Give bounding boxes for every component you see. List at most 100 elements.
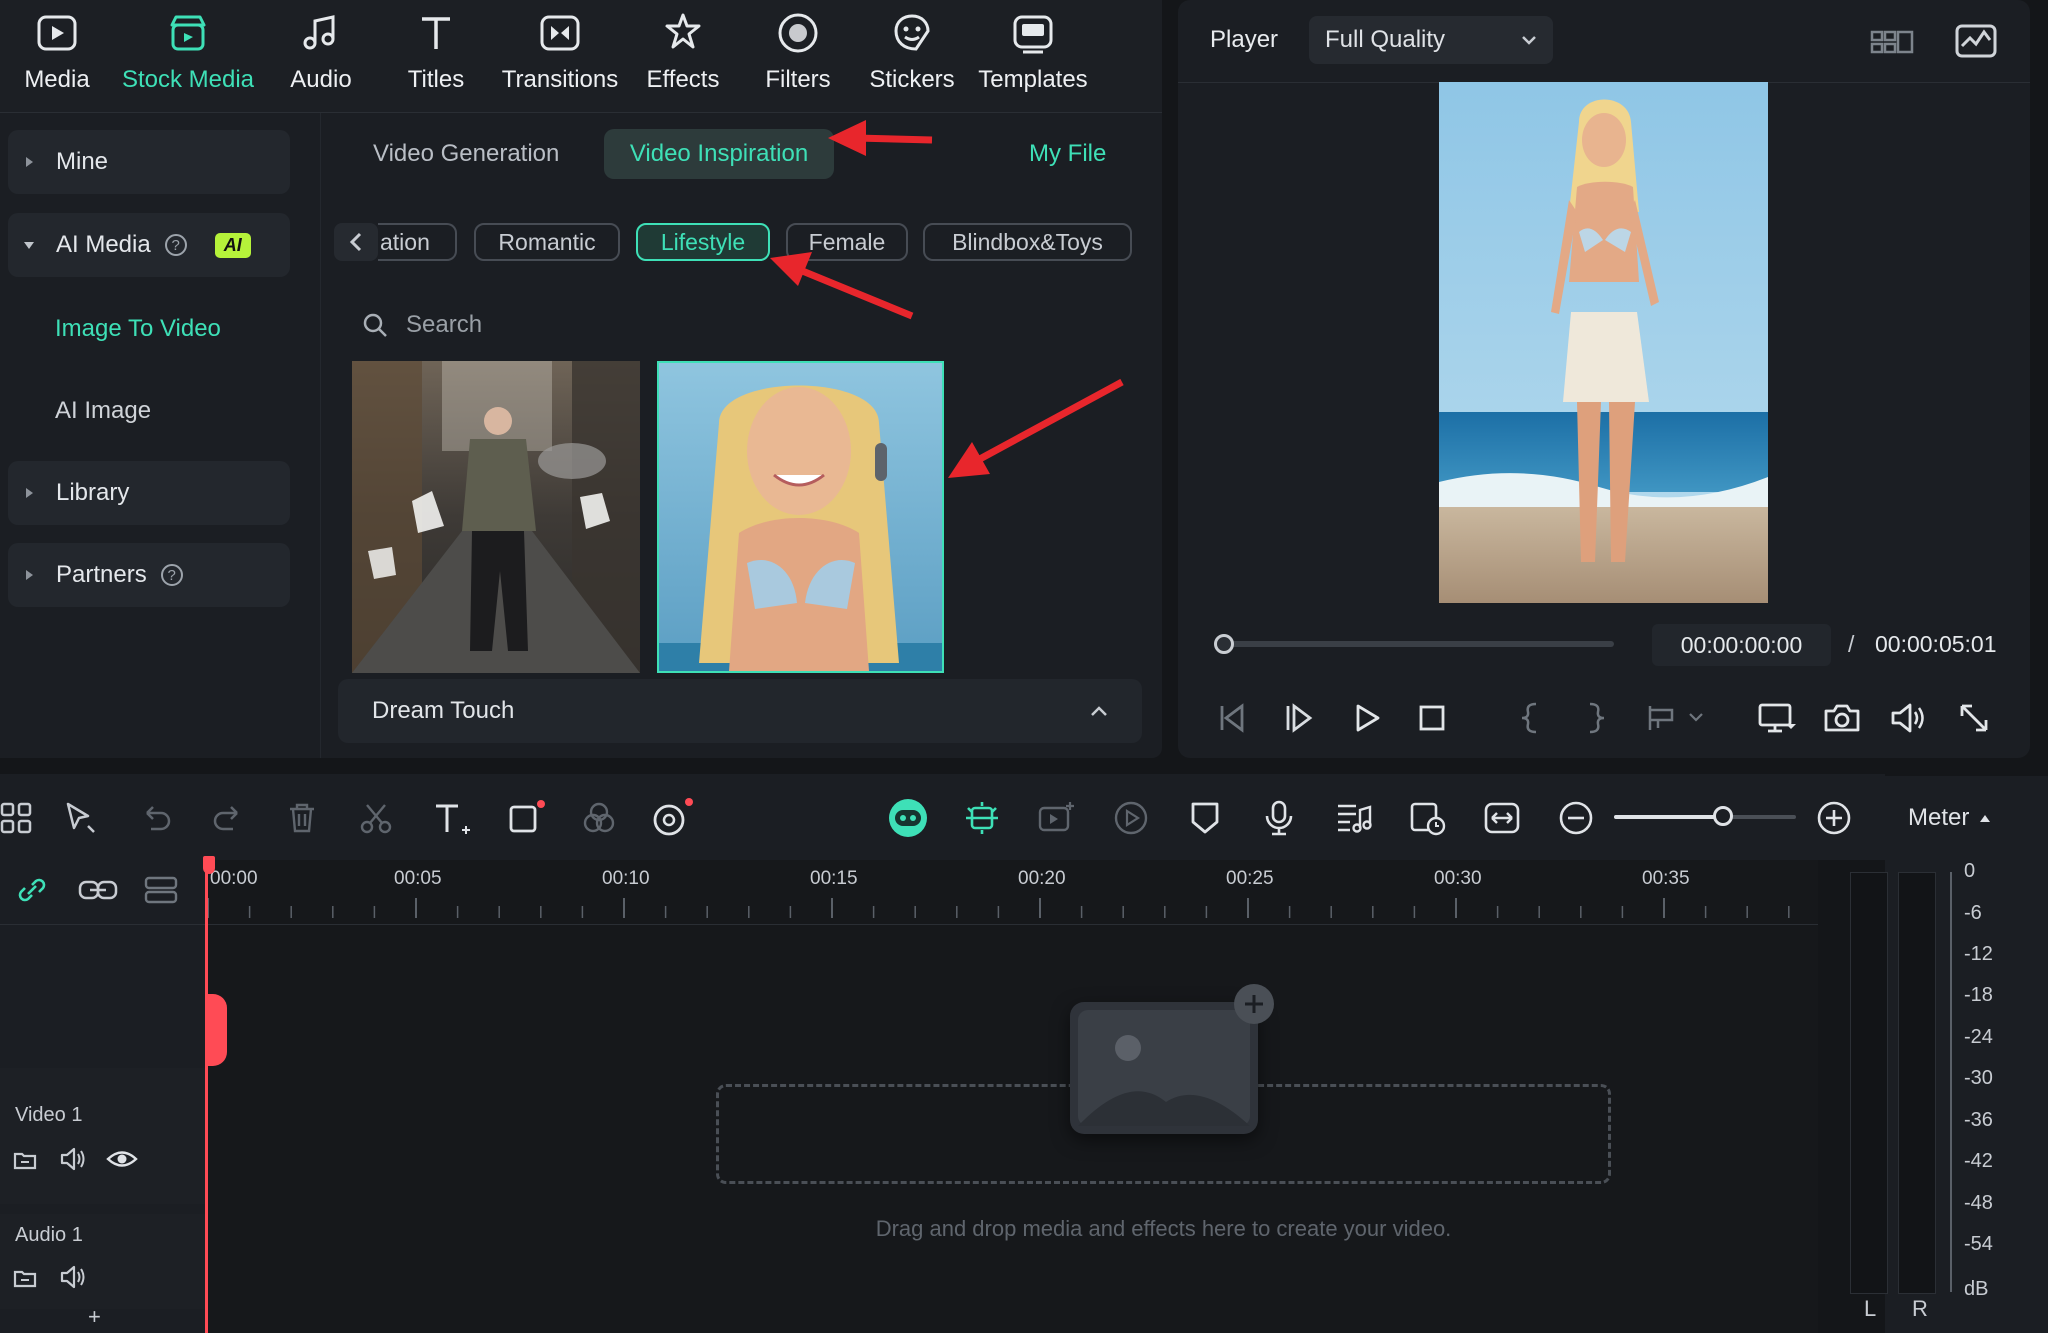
color-button[interactable]	[577, 796, 621, 840]
meter-scale-label: dB	[1964, 1278, 1989, 1300]
meter-title: Meter	[1908, 804, 1970, 831]
audio-stretch-button[interactable]	[1332, 796, 1376, 840]
display-settings-button[interactable]	[1756, 698, 1796, 738]
current-timecode[interactable]: 00:00:00:00	[1652, 624, 1831, 666]
ai-video-icon	[1038, 802, 1074, 832]
dream-touch-section[interactable]: Dream Touch	[338, 679, 1142, 743]
fit-timeline-button[interactable]	[1480, 796, 1524, 840]
track-header-video-1: Video 1	[0, 1068, 205, 1204]
insert-clip-icon	[1648, 706, 1703, 730]
total-duration: 00:00:05:01	[1875, 631, 1997, 657]
next-frame-button[interactable]	[1280, 698, 1320, 738]
stop-button[interactable]	[1412, 698, 1452, 738]
sidebar-item-partners[interactable]: Partners ?	[8, 543, 290, 607]
ruler-label: 00:10	[602, 868, 650, 889]
playback-progress-bar[interactable]	[1224, 641, 1614, 647]
meter-scale-label: -18	[1964, 984, 1993, 1006]
video-preview[interactable]	[1439, 82, 1768, 603]
fullscreen-button[interactable]	[1954, 698, 1994, 738]
track-lock-button[interactable]	[12, 1264, 38, 1290]
meter-scale-label: -24	[1964, 1026, 1993, 1048]
folder-lock-icon	[13, 1270, 37, 1288]
meter-scale-label: -6	[1964, 902, 1982, 924]
insert-options-button[interactable]	[1644, 698, 1708, 738]
annotation-arrow	[855, 134, 933, 144]
meter-scale-label: -42	[1964, 1150, 1993, 1172]
stacked-tracks-icon	[144, 876, 178, 904]
volume-button[interactable]	[1888, 698, 1928, 738]
ruler-label: 00:00	[210, 868, 258, 889]
layout-menu-button[interactable]	[0, 796, 38, 840]
zoom-out-icon	[1559, 801, 1593, 835]
scissors-icon	[360, 804, 392, 834]
ruler-label: 00:15	[810, 868, 858, 889]
ruler-label: 00:05	[394, 868, 442, 889]
color-circles-icon	[583, 802, 615, 833]
link-toggle-button[interactable]	[12, 872, 52, 908]
crop-button[interactable]	[505, 796, 549, 840]
select-tool-button[interactable]	[58, 796, 102, 840]
zoom-out-button[interactable]	[1554, 796, 1598, 840]
layout-grid-button[interactable]	[1868, 22, 1916, 62]
track-options-button[interactable]	[142, 872, 182, 908]
quality-value: Full Quality	[1325, 26, 1446, 53]
caret-right-icon	[26, 570, 33, 580]
quality-select[interactable]: Full Quality	[1309, 16, 1553, 64]
mark-button[interactable]	[1183, 796, 1227, 840]
ai-video-button[interactable]	[1035, 796, 1079, 840]
track-visibility-button[interactable]	[106, 1144, 138, 1174]
zoom-slider-fill	[1614, 815, 1724, 819]
timeline-playhead[interactable]	[205, 858, 208, 1333]
track-mute-button[interactable]	[58, 1262, 88, 1292]
waveform-view-button[interactable]	[1954, 20, 1998, 62]
text-icon	[436, 804, 470, 834]
group-clips-button[interactable]	[76, 872, 120, 908]
speed-button[interactable]	[1109, 796, 1153, 840]
help-icon[interactable]: ?	[160, 564, 183, 586]
timecode-separator: /	[1848, 631, 1855, 657]
split-button[interactable]	[354, 796, 398, 840]
fullscreen-icon	[1960, 704, 1988, 732]
meter-bar-right	[1898, 872, 1936, 1294]
delete-button[interactable]	[280, 796, 324, 840]
ai-tools-button[interactable]	[650, 796, 694, 840]
music-list-icon	[1338, 804, 1372, 833]
meter-scale-label: -54	[1964, 1233, 1993, 1255]
playhead-knob[interactable]	[1214, 634, 1234, 654]
trash-icon	[290, 803, 314, 833]
chain-link-icon	[78, 880, 118, 900]
mark-out-button[interactable]	[1578, 698, 1614, 738]
add-track-button[interactable]: +	[88, 1304, 101, 1330]
add-media-button[interactable]	[1234, 984, 1274, 1024]
ai-copilot-button[interactable]	[886, 796, 930, 840]
meter-scale-label: -12	[1964, 943, 1993, 965]
zoom-in-button[interactable]	[1812, 796, 1856, 840]
annotation-arrows	[770, 120, 1124, 478]
zoom-slider[interactable]	[1614, 815, 1796, 819]
layout-grid-icon	[0, 802, 32, 834]
next-frame-icon	[1286, 703, 1313, 733]
drop-hint-text: Drag and drop media and effects here to …	[875, 1216, 1452, 1241]
meter-scale-label: -48	[1964, 1192, 1993, 1214]
undo-button[interactable]	[134, 796, 178, 840]
clip-time-icon	[1410, 802, 1446, 836]
ruler-label: 00:35	[1642, 868, 1690, 889]
scene-detect-button[interactable]	[1406, 796, 1450, 840]
play-button[interactable]	[1346, 698, 1386, 738]
mark-in-button[interactable]	[1512, 698, 1548, 738]
playhead-handle[interactable]	[203, 856, 215, 874]
track-lock-button[interactable]	[12, 1146, 38, 1172]
previous-frame-button[interactable]	[1214, 698, 1254, 738]
track-mute-button[interactable]	[58, 1144, 88, 1174]
snapshot-button[interactable]	[1822, 698, 1862, 738]
meter-scale-label: -30	[1964, 1067, 1993, 1089]
meter-channel-left: L	[1864, 1296, 1877, 1321]
redo-icon	[213, 806, 238, 831]
add-text-button[interactable]	[430, 796, 474, 840]
plus-icon	[1245, 995, 1263, 1013]
record-voiceover-button[interactable]	[1257, 796, 1301, 840]
auto-reframe-button[interactable]	[960, 796, 1004, 840]
redo-button[interactable]	[206, 796, 250, 840]
playhead-grip[interactable]	[205, 994, 227, 1066]
meter-toggle[interactable]: Meter	[1908, 804, 1991, 832]
